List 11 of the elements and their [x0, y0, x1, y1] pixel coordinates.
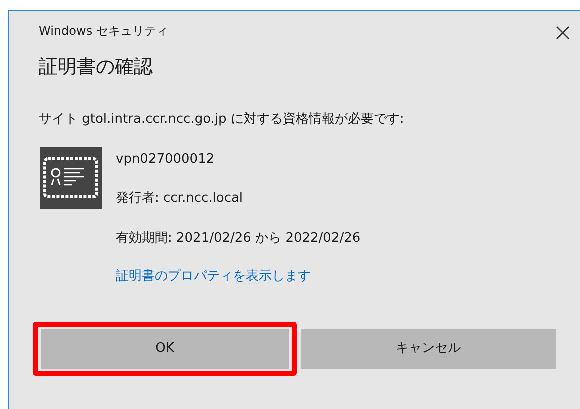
certificate-properties-link[interactable]: 証明書のプロパティを表示します	[116, 267, 361, 286]
issuer-text: 発行者: ccr.ncc.local	[116, 190, 244, 208]
certificate-name: vpn027000012	[116, 150, 216, 168]
window-title: Windows セキュリティ	[39, 23, 168, 40]
cancel-button[interactable]: キャンセル	[301, 328, 556, 368]
certificate-icon	[40, 146, 102, 208]
close-icon[interactable]	[556, 26, 570, 40]
validity-text: 有効期間: 2021/02/26 から 2022/02/26	[116, 230, 361, 248]
dialog-heading: 証明書の確認	[39, 56, 153, 78]
message-text: サイト gtol.intra.ccr.ncc.go.jp に対する資格情報が必要です:	[39, 112, 404, 126]
ok-button[interactable]: OK	[41, 328, 289, 368]
